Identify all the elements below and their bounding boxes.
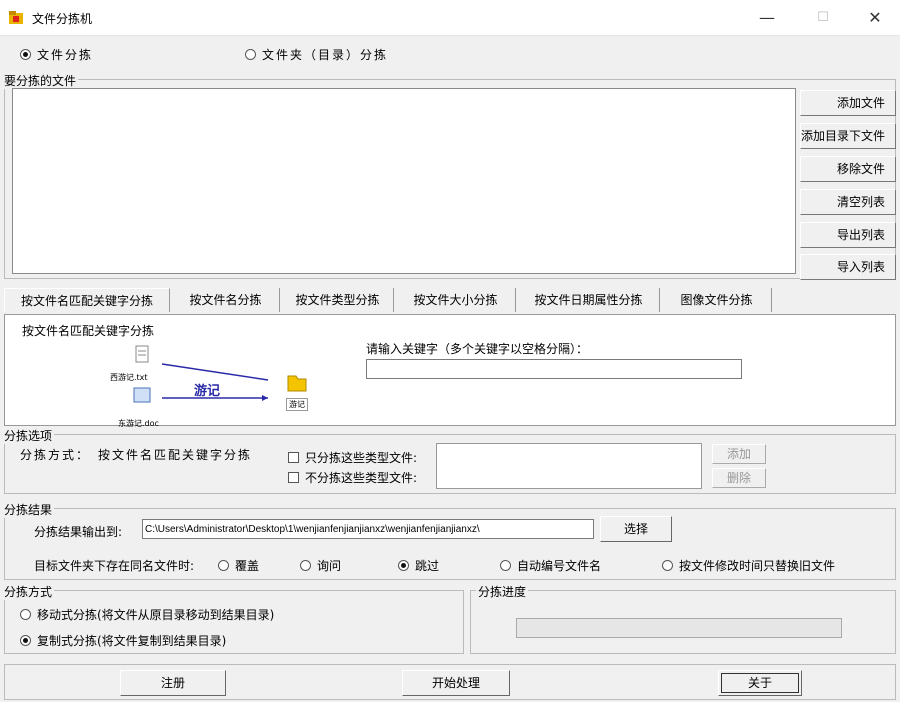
conflict-autonumber-radio[interactable]: 自动编号文件名 (500, 557, 601, 574)
tab-image[interactable]: 图像文件分拣 (662, 288, 772, 312)
file-types-box[interactable] (436, 443, 702, 489)
progress-label: 分拣进度 (476, 583, 529, 600)
output-label: 分拣结果输出到: (34, 525, 123, 539)
radio-selected-icon (398, 560, 409, 571)
minimize-button[interactable]: — (744, 4, 790, 32)
result-group-label: 分拣结果 (2, 501, 55, 518)
checkbox-icon (288, 452, 299, 463)
radio-icon (245, 49, 256, 60)
checkbox-icon (288, 472, 299, 483)
output-path-input[interactable] (142, 519, 594, 539)
conflict-skip-radio[interactable]: 跳过 (398, 557, 439, 574)
progress-bar (516, 618, 842, 638)
delete-type-button[interactable]: 删除 (712, 468, 766, 488)
radio-selected-icon (20, 49, 31, 60)
not-types-checkbox[interactable]: 不分拣这些类型文件: (288, 469, 417, 486)
radio-icon (218, 560, 229, 571)
remove-file-button[interactable]: 移除文件 (800, 156, 896, 182)
keyword-panel-title: 按文件名匹配关键字分拣 (22, 324, 155, 338)
radio-icon (300, 560, 311, 571)
diagram-keyword: 游记 (194, 384, 221, 399)
diagram-file2: 东游记.doc (118, 419, 159, 428)
tab-filedate[interactable]: 按文件日期属性分拣 (518, 288, 660, 312)
method-label: 分拣方式： (20, 448, 91, 462)
radio-icon (20, 609, 31, 620)
radio-icon (500, 560, 511, 571)
keyword-input[interactable] (366, 359, 742, 379)
method-value: 按文件名匹配关键字分拣 (98, 448, 253, 462)
options-group-label: 分拣选项 (2, 427, 55, 444)
window-title: 文件分拣机 (32, 12, 93, 26)
maximize-button[interactable]: ☐ (800, 4, 846, 32)
tab-keyword-match[interactable]: 按文件名匹配关键字分拣 (4, 288, 170, 312)
files-group-label: 要分拣的文件 (2, 72, 79, 89)
add-file-button[interactable]: 添加文件 (800, 90, 896, 116)
start-button[interactable]: 开始处理 (402, 670, 510, 696)
app-icon (9, 11, 23, 24)
radio-icon (662, 560, 673, 571)
copy-mode-radio[interactable]: 复制式分拣(将文件复制到结果目录) (20, 632, 226, 649)
folder-mode-radio[interactable]: 文件夹（目录）分拣 (245, 46, 388, 63)
export-list-button[interactable]: 导出列表 (800, 222, 896, 248)
tab-filename[interactable]: 按文件名分拣 (172, 288, 280, 312)
conflict-ask-radio[interactable]: 询问 (300, 557, 341, 574)
tab-filetype[interactable]: 按文件类型分拣 (282, 288, 394, 312)
file-list[interactable] (12, 88, 796, 274)
file-mode-radio[interactable]: 文件分拣 (20, 46, 93, 63)
diagram-folder: 游记 (286, 398, 308, 411)
add-type-button[interactable]: 添加 (712, 444, 766, 464)
register-button[interactable]: 注册 (120, 670, 226, 696)
conflict-label: 目标文件夹下存在同名文件时: (34, 559, 195, 573)
conflict-overwrite-radio[interactable]: 覆盖 (218, 557, 259, 574)
sort-method-label: 分拣方式 (2, 583, 55, 600)
browse-button[interactable]: 选择 (600, 516, 672, 542)
radio-selected-icon (20, 635, 31, 646)
move-mode-radio[interactable]: 移动式分拣(将文件从原目录移动到结果目录) (20, 606, 274, 623)
import-list-button[interactable]: 导入列表 (800, 254, 896, 280)
conflict-replace-older-radio[interactable]: 按文件修改时间只替换旧文件 (662, 557, 835, 574)
diagram-file1: 西游记.txt (110, 373, 148, 382)
about-button[interactable]: 关于 (718, 670, 802, 696)
keyword-prompt: 请输入关键字（多个关键字以空格分隔）： (366, 342, 589, 356)
title-bar: 文件分拣机 — ☐ ✕ (0, 0, 900, 36)
add-folder-files-button[interactable]: 添加目录下文件 (800, 123, 896, 149)
only-types-checkbox[interactable]: 只分拣这些类型文件: (288, 449, 417, 466)
close-button[interactable]: ✕ (852, 4, 898, 32)
tab-filesize[interactable]: 按文件大小分拣 (396, 288, 516, 312)
clear-list-button[interactable]: 清空列表 (800, 189, 896, 215)
